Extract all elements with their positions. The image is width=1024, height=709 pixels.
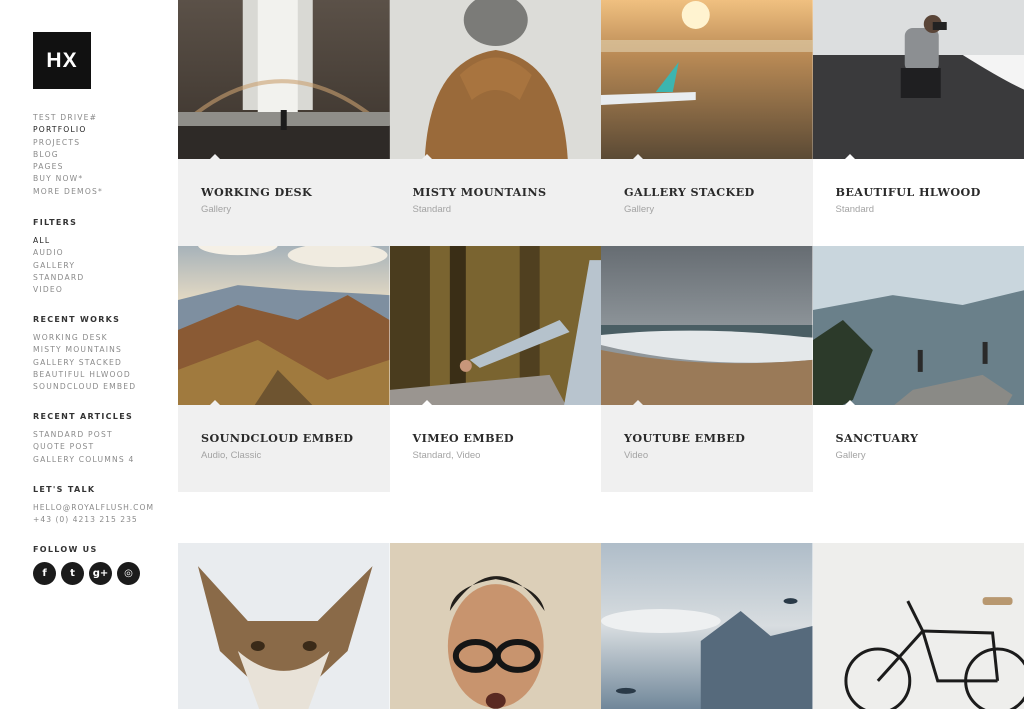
portfolio-item[interactable]: GALLERY STACKED Gallery xyxy=(601,0,813,246)
portfolio-grid: WORKING DESK Gallery MISTY MOUNTAINS Stand… xyxy=(178,0,1024,709)
photographer-beach-photo[interactable] xyxy=(812,0,1024,159)
portfolio-item[interactable]: YOUTUBE EMBED Video xyxy=(601,246,813,492)
twitter-icon[interactable]: t xyxy=(61,562,84,585)
caption-pointer xyxy=(844,400,855,405)
portfolio-caption: SOUNDCLOUD EMBED Audio, Classic xyxy=(178,400,390,492)
main-nav: TEST DRIVE# PORTFOLIO PROJECTS BLOG PAGES BUY… xyxy=(33,112,103,198)
hooded-hiker-photo[interactable] xyxy=(389,0,601,159)
caption-pointer xyxy=(844,154,855,159)
recent-articles-title: RECENT ARTICLES xyxy=(33,412,134,421)
portfolio-caption: GALLERY STACKED Gallery xyxy=(601,154,813,246)
caption-pointer xyxy=(210,154,220,159)
bicycle-wall-photo[interactable] xyxy=(812,543,1024,709)
caption-pointer xyxy=(633,154,643,159)
recent-article-quote-post[interactable]: QUOTE POST xyxy=(33,441,135,453)
caption-pointer xyxy=(421,400,432,405)
portfolio-tags: Gallery xyxy=(201,204,232,215)
portfolio-caption: MISTY MOUNTAINS Standard xyxy=(389,154,601,246)
contact-title: LET'S TALK xyxy=(33,485,96,494)
portfolio-item[interactable] xyxy=(178,543,390,709)
caption-pointer xyxy=(421,154,432,159)
filter-gallery[interactable]: GALLERY xyxy=(33,260,84,272)
portfolio-title[interactable]: WORKING DESK xyxy=(201,185,312,199)
sidebar: HX TEST DRIVE# PORTFOLIO PROJECTS BLOG PAGES… xyxy=(0,0,178,709)
nav-item-test-drive[interactable]: TEST DRIVE# xyxy=(33,112,103,124)
filters-section: FILTERS ALL AUDIO GALLERY STANDARD VIDEO xyxy=(33,217,84,296)
portfolio-item[interactable]: VIMEO EMBED Standard, Video xyxy=(389,246,601,492)
follow-section: FOLLOW US f t g+ ◎ xyxy=(33,544,140,585)
portfolio-title[interactable]: SOUNDCLOUD EMBED xyxy=(201,431,353,445)
social-links: f t g+ ◎ xyxy=(33,562,140,585)
portfolio-tags: Gallery xyxy=(835,450,866,461)
recent-work-beautiful-hlwood[interactable]: BEAUTIFUL HLWOOD xyxy=(33,369,136,381)
contact-section: LET'S TALK HELLO@ROYALFLUSH.COM +43 (0) … xyxy=(33,484,154,527)
man-glasses-photo[interactable] xyxy=(389,543,601,709)
caption-pointer xyxy=(210,400,220,405)
portfolio-caption: VIMEO EMBED Standard, Video xyxy=(389,400,601,492)
stormy-sea-photo[interactable] xyxy=(601,246,813,405)
facebook-icon[interactable]: f xyxy=(33,562,56,585)
recent-work-misty-mountains[interactable]: MISTY MOUNTAINS xyxy=(33,344,136,356)
logo[interactable]: HX xyxy=(33,32,91,89)
recent-article-gallery-columns-4[interactable]: GALLERY COLUMNS 4 xyxy=(33,454,135,466)
hitchhiker-road-photo[interactable] xyxy=(389,246,601,405)
filter-video[interactable]: VIDEO xyxy=(33,284,84,296)
recent-article-standard-post[interactable]: STANDARD POST xyxy=(33,429,135,441)
portfolio-title[interactable]: BEAUTIFUL HLWOOD xyxy=(836,185,981,199)
portfolio-tags: Audio, Classic xyxy=(201,450,262,461)
recent-work-gallery-stacked[interactable]: GALLERY STACKED xyxy=(33,357,136,369)
google-plus-icon[interactable]: g+ xyxy=(89,562,112,585)
portfolio-title[interactable]: GALLERY STACKED xyxy=(624,185,755,199)
portfolio-caption: WORKING DESK Gallery xyxy=(178,154,390,246)
contact-email[interactable]: HELLO@ROYALFLUSH.COM xyxy=(33,502,154,514)
cliff-hikers-photo[interactable] xyxy=(812,246,1024,405)
portfolio-tags: Standard, Video xyxy=(412,450,481,461)
nav-item-buy-now[interactable]: BUY NOW* xyxy=(33,173,103,185)
recent-work-working-desk[interactable]: WORKING DESK xyxy=(33,332,136,344)
portfolio-item[interactable] xyxy=(389,543,601,709)
portfolio-title[interactable]: SANCTUARY xyxy=(836,431,919,445)
mountain-valley-photo[interactable] xyxy=(178,246,390,405)
portfolio-item[interactable]: SOUNDCLOUD EMBED Audio, Classic xyxy=(178,246,390,492)
portfolio-caption: SANCTUARY Gallery xyxy=(812,400,1024,492)
caption-pointer xyxy=(633,400,643,405)
filter-standard[interactable]: STANDARD xyxy=(33,272,84,284)
portfolio-tags: Standard xyxy=(835,204,875,215)
portfolio-tags: Gallery xyxy=(624,204,655,215)
nav-item-pages[interactable]: PAGES xyxy=(33,161,103,173)
parachutes-sky-photo[interactable] xyxy=(601,543,813,709)
portfolio-item[interactable]: BEAUTIFUL HLWOOD Standard xyxy=(812,0,1024,246)
portfolio-tags: Video xyxy=(624,450,649,461)
portfolio-item[interactable] xyxy=(812,543,1024,709)
filter-audio[interactable]: AUDIO xyxy=(33,247,84,259)
recent-works-section: RECENT WORKS WORKING DESK MISTY MOUNTAINS… xyxy=(33,314,136,393)
portfolio-title[interactable]: MISTY MOUNTAINS xyxy=(413,185,547,199)
waterfall-rainbow-photo[interactable] xyxy=(178,0,390,159)
follow-title: FOLLOW US xyxy=(33,545,98,554)
recent-articles-section: RECENT ARTICLES STANDARD POST QUOTE POST G… xyxy=(33,411,135,466)
nav-item-portfolio[interactable]: PORTFOLIO xyxy=(33,124,103,136)
filter-all[interactable]: ALL xyxy=(33,235,84,247)
portfolio-item[interactable] xyxy=(601,543,813,709)
instagram-icon[interactable]: ◎ xyxy=(117,562,140,585)
portfolio-item[interactable]: WORKING DESK Gallery xyxy=(178,0,390,246)
portfolio-caption: YOUTUBE EMBED Video xyxy=(601,400,813,492)
nav-item-projects[interactable]: PROJECTS xyxy=(33,137,103,149)
portfolio-title[interactable]: VIMEO EMBED xyxy=(413,431,514,445)
nav-item-blog[interactable]: BLOG xyxy=(33,149,103,161)
portfolio-item[interactable]: MISTY MOUNTAINS Standard xyxy=(389,0,601,246)
surfboard-beach-photo[interactable] xyxy=(601,0,813,159)
portfolio-tags: Standard xyxy=(412,204,452,215)
portfolio-caption: BEAUTIFUL HLWOOD Standard xyxy=(812,154,1024,246)
nav-item-more-demos[interactable]: MORE DEMOS* xyxy=(33,186,103,198)
recent-work-soundcloud-embed[interactable]: SOUNDCLOUD EMBED xyxy=(33,381,136,393)
portfolio-item[interactable]: SANCTUARY Gallery xyxy=(812,246,1024,492)
filters-title: FILTERS xyxy=(33,218,78,227)
recent-works-title: RECENT WORKS xyxy=(33,315,121,324)
coyote-photo[interactable] xyxy=(178,543,390,709)
contact-phone: +43 (0) 4213 215 235 xyxy=(33,515,138,525)
portfolio-title[interactable]: YOUTUBE EMBED xyxy=(624,431,745,445)
